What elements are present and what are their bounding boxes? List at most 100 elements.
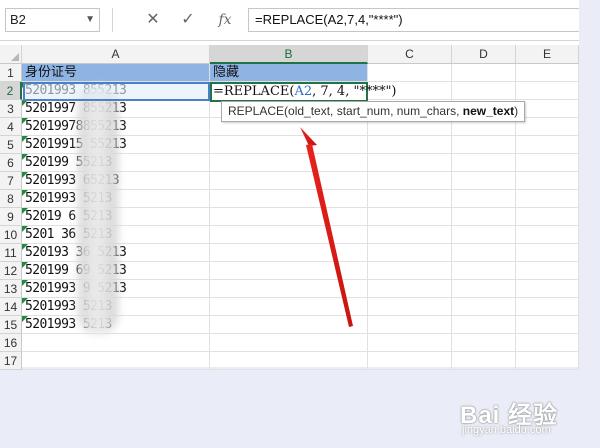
cell[interactable] bbox=[368, 334, 452, 352]
column-header-d[interactable]: D bbox=[452, 45, 516, 64]
cell[interactable] bbox=[368, 226, 452, 244]
cell[interactable] bbox=[210, 208, 368, 226]
tooltip-close: ) bbox=[514, 104, 519, 118]
insert-function-icon[interactable]: fx bbox=[211, 8, 239, 32]
cell[interactable] bbox=[368, 154, 452, 172]
cancel-icon[interactable]: ✕ bbox=[139, 8, 167, 32]
row-header[interactable]: 7 bbox=[0, 172, 22, 190]
column-header-a[interactable]: A bbox=[22, 45, 210, 64]
cell[interactable] bbox=[210, 244, 368, 262]
cell[interactable] bbox=[452, 352, 516, 370]
cell[interactable] bbox=[368, 172, 452, 190]
cell[interactable]: 身份证号 bbox=[22, 64, 210, 82]
row-header[interactable]: 1 bbox=[0, 64, 22, 82]
row-header[interactable]: 6 bbox=[0, 154, 22, 172]
cell[interactable] bbox=[516, 208, 579, 226]
name-box[interactable]: B2 ▼ bbox=[5, 8, 100, 32]
cell[interactable] bbox=[516, 82, 579, 100]
error-indicator-icon bbox=[22, 172, 28, 178]
cell[interactable] bbox=[22, 352, 210, 370]
row-header[interactable]: 15 bbox=[0, 316, 22, 334]
cell[interactable] bbox=[516, 316, 579, 334]
enter-icon[interactable]: ✓ bbox=[174, 8, 202, 32]
cell[interactable] bbox=[368, 136, 452, 154]
cell[interactable] bbox=[516, 244, 579, 262]
error-indicator-icon bbox=[22, 262, 28, 268]
cell[interactable] bbox=[452, 244, 516, 262]
cell[interactable] bbox=[516, 100, 579, 118]
cell[interactable] bbox=[516, 118, 579, 136]
cell[interactable] bbox=[452, 154, 516, 172]
column-header-b[interactable]: B bbox=[210, 45, 368, 64]
cell[interactable] bbox=[210, 172, 368, 190]
cell[interactable] bbox=[516, 352, 579, 370]
cell[interactable] bbox=[210, 316, 368, 334]
row-header[interactable]: 16 bbox=[0, 334, 22, 352]
cell[interactable] bbox=[368, 262, 452, 280]
row-header[interactable]: 2 bbox=[0, 82, 22, 100]
row-header[interactable]: 4 bbox=[0, 118, 22, 136]
cell[interactable] bbox=[368, 280, 452, 298]
cell[interactable] bbox=[516, 334, 579, 352]
cell[interactable] bbox=[452, 136, 516, 154]
select-all-icon bbox=[11, 53, 19, 61]
cell[interactable] bbox=[22, 334, 210, 352]
cell[interactable] bbox=[368, 64, 452, 82]
cell[interactable] bbox=[210, 190, 368, 208]
row-header[interactable]: 17 bbox=[0, 352, 22, 370]
baidu-watermark: Bai 经验 jingyan.baidu.com bbox=[460, 395, 590, 443]
row-header[interactable]: 5 bbox=[0, 136, 22, 154]
cell[interactable] bbox=[452, 334, 516, 352]
cell[interactable] bbox=[452, 298, 516, 316]
cell[interactable] bbox=[516, 172, 579, 190]
cell[interactable] bbox=[210, 226, 368, 244]
cell[interactable] bbox=[368, 316, 452, 334]
formula-input[interactable]: =REPLACE(A2,7,4,"****") bbox=[248, 8, 579, 32]
cell[interactable] bbox=[210, 262, 368, 280]
cell[interactable] bbox=[452, 280, 516, 298]
function-argument-tooltip[interactable]: REPLACE(old_text, start_num, num_chars, … bbox=[221, 101, 526, 122]
cell[interactable] bbox=[516, 190, 579, 208]
cell[interactable] bbox=[452, 172, 516, 190]
cell[interactable] bbox=[516, 280, 579, 298]
cell[interactable] bbox=[452, 226, 516, 244]
cell[interactable] bbox=[516, 262, 579, 280]
active-cell-b2-editor[interactable]: =REPLACE(A2, 7, 4, "****") bbox=[210, 82, 397, 102]
select-all-corner[interactable] bbox=[0, 45, 22, 64]
cell[interactable] bbox=[210, 334, 368, 352]
row-header[interactable]: 9 bbox=[0, 208, 22, 226]
row-header[interactable]: 12 bbox=[0, 262, 22, 280]
cell[interactable] bbox=[452, 190, 516, 208]
cell[interactable] bbox=[452, 262, 516, 280]
cell[interactable] bbox=[368, 244, 452, 262]
cell[interactable]: 隐藏 bbox=[210, 64, 368, 82]
cell[interactable] bbox=[516, 64, 579, 82]
cell[interactable] bbox=[452, 82, 516, 100]
cell[interactable] bbox=[368, 190, 452, 208]
cell[interactable] bbox=[516, 298, 579, 316]
cell[interactable] bbox=[516, 136, 579, 154]
cell[interactable] bbox=[210, 136, 368, 154]
cell[interactable] bbox=[452, 64, 516, 82]
cell[interactable] bbox=[368, 352, 452, 370]
row-header[interactable]: 8 bbox=[0, 190, 22, 208]
cell[interactable] bbox=[452, 316, 516, 334]
cell[interactable] bbox=[368, 298, 452, 316]
cell[interactable] bbox=[210, 352, 368, 370]
cell[interactable] bbox=[516, 226, 579, 244]
error-indicator-icon bbox=[22, 118, 28, 124]
cell[interactable] bbox=[452, 208, 516, 226]
cell[interactable] bbox=[516, 154, 579, 172]
cell[interactable] bbox=[368, 208, 452, 226]
row-header[interactable]: 3 bbox=[0, 100, 22, 118]
row-header[interactable]: 10 bbox=[0, 226, 22, 244]
cell[interactable] bbox=[210, 154, 368, 172]
row-header[interactable]: 14 bbox=[0, 298, 22, 316]
chevron-down-icon[interactable]: ▼ bbox=[85, 9, 95, 31]
column-header-e[interactable]: E bbox=[516, 45, 579, 64]
row-header[interactable]: 13 bbox=[0, 280, 22, 298]
cell[interactable] bbox=[210, 298, 368, 316]
row-header[interactable]: 11 bbox=[0, 244, 22, 262]
column-header-c[interactable]: C bbox=[368, 45, 452, 64]
cell[interactable] bbox=[210, 280, 368, 298]
